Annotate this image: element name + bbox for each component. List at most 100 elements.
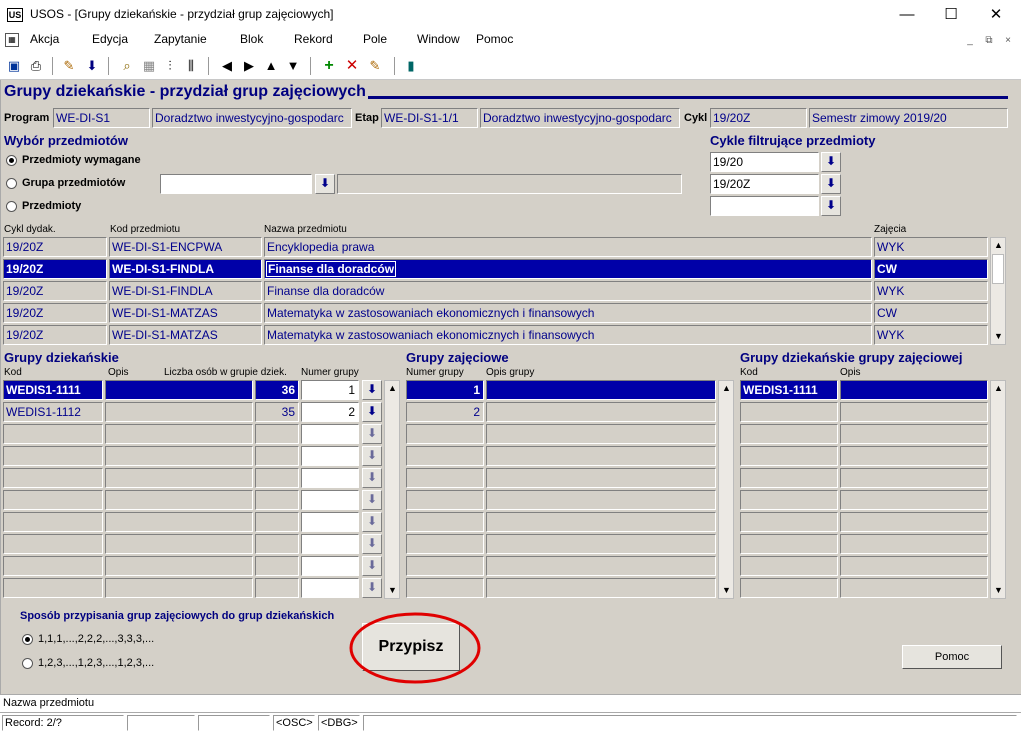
dz-opis-cell[interactable] bbox=[105, 468, 253, 488]
subject-cykl-cell[interactable]: 19/20Z bbox=[3, 303, 107, 323]
zaj-numer-cell[interactable] bbox=[406, 578, 484, 598]
zaj-opis-cell[interactable] bbox=[486, 512, 716, 532]
dzzaj-kod-cell[interactable] bbox=[740, 446, 838, 466]
subject-nazwa-cell[interactable]: Matematyka w zastosowaniach ekonomicznyc… bbox=[264, 303, 872, 323]
dz-kod-cell[interactable] bbox=[3, 578, 103, 598]
cykl-filter-input-1[interactable]: 19/20 bbox=[710, 152, 819, 172]
dz-opis-cell[interactable] bbox=[105, 380, 253, 400]
menu-pomoc[interactable]: Pomoc bbox=[476, 32, 513, 46]
zaj-opis-cell[interactable] bbox=[486, 556, 716, 576]
dz-liczba-cell[interactable]: 35 bbox=[255, 402, 299, 422]
dz-numer-input[interactable]: 1 bbox=[301, 380, 359, 400]
radio-grupa-przedmiotow[interactable] bbox=[6, 178, 17, 189]
subject-cykl-cell[interactable]: 19/20Z bbox=[3, 259, 107, 279]
menu-edycja[interactable]: Edycja bbox=[92, 32, 128, 46]
scroll-down-icon[interactable]: ▼ bbox=[385, 583, 400, 598]
mdi-restore-button[interactable]: ⧉ bbox=[981, 35, 997, 49]
numer-lov-button[interactable]: ⬇ bbox=[362, 490, 382, 510]
dz-numer-input[interactable] bbox=[301, 446, 359, 466]
zaj-opis-cell[interactable] bbox=[486, 402, 716, 422]
maximize-button[interactable]: ☐ bbox=[928, 0, 974, 30]
dz-kod-cell[interactable] bbox=[3, 424, 103, 444]
grupa-lov-button[interactable]: ⬇ bbox=[315, 174, 335, 194]
cykl-filter-lov-button-2[interactable]: ⬇ bbox=[821, 174, 841, 194]
dz-liczba-cell[interactable] bbox=[255, 468, 299, 488]
scroll-up-icon[interactable]: ▲ bbox=[719, 381, 734, 396]
up-icon[interactable]: ▲ bbox=[262, 57, 280, 75]
scroll-thumb[interactable] bbox=[992, 254, 1004, 284]
dz-kod-cell[interactable]: WEDIS1-1111 bbox=[3, 380, 103, 400]
mdi-minimize-button[interactable]: _ bbox=[962, 35, 978, 49]
scroll-down-icon[interactable]: ▼ bbox=[991, 583, 1006, 598]
subject-zajecia-cell[interactable]: CW bbox=[874, 259, 988, 279]
dz-liczba-cell[interactable] bbox=[255, 512, 299, 532]
numer-lov-button[interactable]: ⬇ bbox=[362, 380, 382, 400]
zaj-numer-cell[interactable]: 2 bbox=[406, 402, 484, 422]
radio-sposob-1[interactable] bbox=[22, 634, 33, 645]
download-icon[interactable]: ⬇ bbox=[83, 57, 101, 75]
zajeciowe-scrollbar[interactable]: ▲ ▼ bbox=[718, 380, 734, 599]
minimize-button[interactable]: — bbox=[884, 0, 930, 30]
dz-liczba-cell[interactable] bbox=[255, 446, 299, 466]
pomoc-button[interactable]: Pomoc bbox=[902, 645, 1002, 669]
add-icon[interactable]: + bbox=[320, 57, 338, 75]
subject-nazwa-cell[interactable]: Finanse dla doradców bbox=[264, 259, 872, 279]
dzzaj-kod-cell[interactable]: WEDIS1-1111 bbox=[740, 380, 838, 400]
dzzaj-opis-cell[interactable] bbox=[840, 534, 988, 554]
dzzaj-opis-cell[interactable] bbox=[840, 380, 988, 400]
scroll-down-icon[interactable]: ▼ bbox=[719, 583, 734, 598]
scroll-up-icon[interactable]: ▲ bbox=[385, 381, 400, 396]
dz-numer-input[interactable] bbox=[301, 534, 359, 554]
numer-lov-button[interactable]: ⬇ bbox=[362, 534, 382, 554]
dz-opis-cell[interactable] bbox=[105, 556, 253, 576]
subject-zajecia-cell[interactable]: WYK bbox=[874, 281, 988, 301]
radio-przedmioty-wymagane[interactable] bbox=[6, 155, 17, 166]
dz-numer-input[interactable] bbox=[301, 512, 359, 532]
cykl-name-field[interactable]: Semestr zimowy 2019/20 bbox=[809, 108, 1008, 128]
dz-numer-input[interactable] bbox=[301, 556, 359, 576]
chart2-icon[interactable]: ⫼ bbox=[182, 57, 200, 75]
numer-lov-button[interactable]: ⬇ bbox=[362, 402, 382, 422]
scroll-up-icon[interactable]: ▲ bbox=[991, 238, 1006, 253]
cykl-filter-input-2[interactable]: 19/20Z bbox=[710, 174, 819, 194]
previous-icon[interactable]: ◀ bbox=[218, 57, 236, 75]
program-name-field[interactable]: Doradztwo inwestycyjno-gospodarc bbox=[152, 108, 352, 128]
dzzaj-kod-cell[interactable] bbox=[740, 556, 838, 576]
zaj-numer-cell[interactable] bbox=[406, 556, 484, 576]
zaj-numer-cell[interactable] bbox=[406, 490, 484, 510]
dz-kod-cell[interactable] bbox=[3, 490, 103, 510]
print-icon[interactable]: ⎙ bbox=[27, 57, 45, 75]
query-icon[interactable]: ⌕ bbox=[118, 57, 136, 75]
zaj-opis-cell[interactable] bbox=[486, 578, 716, 598]
zaj-opis-cell[interactable] bbox=[486, 468, 716, 488]
zaj-numer-cell[interactable] bbox=[406, 446, 484, 466]
subject-nazwa-cell[interactable]: Encyklopedia prawa bbox=[264, 237, 872, 257]
subject-kod-cell[interactable]: WE-DI-S1-MATZAS bbox=[109, 303, 262, 323]
subject-kod-cell[interactable]: WE-DI-S1-FINDLA bbox=[109, 259, 262, 279]
dz-opis-cell[interactable] bbox=[105, 512, 253, 532]
dz-liczba-cell[interactable]: 36 bbox=[255, 380, 299, 400]
dz-liczba-cell[interactable] bbox=[255, 578, 299, 598]
zaj-numer-cell[interactable]: 1 bbox=[406, 380, 484, 400]
dzzaj-opis-cell[interactable] bbox=[840, 490, 988, 510]
dzzaj-opis-cell[interactable] bbox=[840, 512, 988, 532]
close-button[interactable]: ✕ bbox=[973, 0, 1019, 30]
numer-lov-button[interactable]: ⬇ bbox=[362, 446, 382, 466]
down-icon[interactable]: ▼ bbox=[284, 57, 302, 75]
subject-zajecia-cell[interactable]: WYK bbox=[874, 237, 988, 257]
cykl-filter-lov-button-3[interactable]: ⬇ bbox=[821, 196, 841, 216]
dz-liczba-cell[interactable] bbox=[255, 556, 299, 576]
dz-numer-input[interactable] bbox=[301, 468, 359, 488]
dz-numer-input[interactable]: 2 bbox=[301, 402, 359, 422]
dz-kod-cell[interactable] bbox=[3, 534, 103, 554]
dzzaj-kod-cell[interactable] bbox=[740, 534, 838, 554]
numer-lov-button[interactable]: ⬇ bbox=[362, 512, 382, 532]
chart-icon[interactable]: ⫶ bbox=[161, 57, 179, 75]
grupa-przedmiotow-input[interactable] bbox=[160, 174, 312, 194]
mdi-close-button[interactable]: × bbox=[1000, 35, 1016, 49]
subject-nazwa-cell[interactable]: Finanse dla doradców bbox=[264, 281, 872, 301]
zaj-numer-cell[interactable] bbox=[406, 468, 484, 488]
dzzaj-opis-cell[interactable] bbox=[840, 578, 988, 598]
dz-liczba-cell[interactable] bbox=[255, 424, 299, 444]
dzzaj-opis-cell[interactable] bbox=[840, 468, 988, 488]
